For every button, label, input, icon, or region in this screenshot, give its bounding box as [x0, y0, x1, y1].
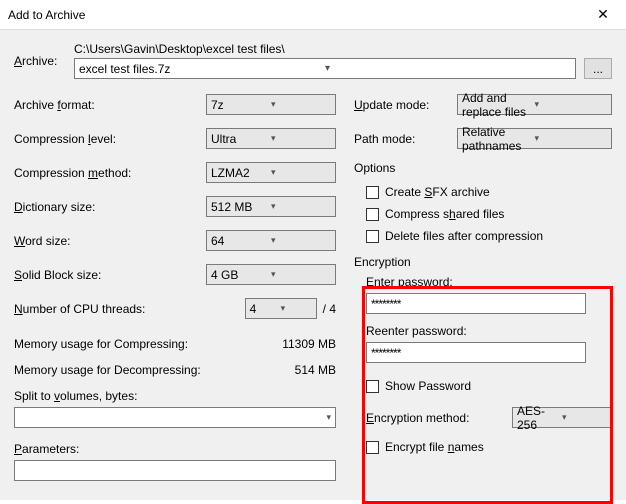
encryption-label: Encryption — [354, 255, 612, 269]
sfx-label: Create SFX archive — [385, 185, 490, 199]
dictionary-size-select[interactable]: 512 MB▾ — [206, 196, 336, 217]
solid-block-field: Solid Block size: 4 GB▾ — [14, 263, 336, 286]
chevron-down-icon: ▾ — [271, 99, 331, 110]
reenter-password-label: Reenter password: — [366, 324, 612, 338]
encryption-method-field: Encryption method: AES-256▾ — [366, 407, 612, 428]
dialog-content: Archive: C:\Users\Gavin\Desktop\excel te… — [0, 30, 626, 500]
archive-filename-text: excel test files.7z — [79, 62, 325, 76]
word-size-select[interactable]: 64▾ — [206, 230, 336, 251]
solid-block-select[interactable]: 4 GB▾ — [206, 264, 336, 285]
options-label: Options — [354, 161, 612, 175]
cpu-threads-select[interactable]: 4▾ — [245, 298, 317, 319]
parameters-input[interactable] — [14, 460, 336, 481]
chevron-down-icon: ▾ — [535, 133, 608, 144]
archive-format-label: Archive format: — [14, 98, 206, 112]
window-title: Add to Archive — [8, 8, 580, 22]
enter-password-input[interactable]: ******** — [366, 293, 586, 314]
checkbox-icon — [366, 380, 379, 393]
show-password-checkbox[interactable]: Show Password — [366, 375, 612, 397]
shared-checkbox[interactable]: Compress shared files — [366, 203, 612, 225]
encrypt-names-label: Encrypt file names — [385, 440, 484, 454]
titlebar: Add to Archive ✕ — [0, 0, 626, 30]
archive-filename-input[interactable]: excel test files.7z ▾ — [74, 58, 576, 79]
chevron-down-icon: ▾ — [326, 412, 331, 423]
delete-label: Delete files after compression — [385, 229, 543, 243]
word-size-label: Word size: — [14, 234, 206, 248]
reenter-password-input[interactable]: ******** — [366, 342, 586, 363]
chevron-down-icon: ▾ — [271, 167, 331, 178]
archive-format-field: Archive format: 7z▾ — [14, 93, 336, 116]
encryption-method-label: Encryption method: — [366, 411, 512, 425]
encryption-method-select[interactable]: AES-256▾ — [512, 407, 612, 428]
browse-button[interactable]: ... — [584, 58, 612, 79]
archive-format-select[interactable]: 7z▾ — [206, 94, 336, 115]
chevron-down-icon: ▾ — [271, 269, 331, 280]
chevron-down-icon: ▾ — [281, 303, 312, 314]
encrypt-names-checkbox[interactable]: Encrypt file names — [366, 436, 612, 458]
update-mode-select[interactable]: Add and replace files▾ — [457, 94, 612, 115]
checkbox-icon — [366, 230, 379, 243]
mem-decompress-value: 514 MB — [295, 363, 336, 383]
chevron-down-icon: ▾ — [271, 133, 331, 144]
cpu-threads-max: / 4 — [323, 302, 336, 316]
chevron-down-icon: ▾ — [562, 412, 607, 423]
archive-row: Archive: C:\Users\Gavin\Desktop\excel te… — [14, 42, 612, 79]
checkbox-icon — [366, 186, 379, 199]
mem-compress-label: Memory usage for Compressing: — [14, 337, 282, 357]
update-mode-label: Update mode: — [354, 98, 457, 112]
mem-compress-value: 11309 MB — [282, 337, 336, 357]
update-mode-field: Update mode: Add and replace files▾ — [354, 93, 612, 116]
chevron-down-icon: ▾ — [535, 99, 608, 110]
compression-method-select[interactable]: LZMA2▾ — [206, 162, 336, 183]
enter-password-label: Enter password: — [366, 275, 612, 289]
cpu-threads-label: Number of CPU threads: — [14, 302, 245, 316]
archive-label: Archive: — [14, 54, 74, 68]
archive-path: C:\Users\Gavin\Desktop\excel test files\ — [74, 42, 612, 56]
right-column: Update mode: Add and replace files▾ Path… — [354, 93, 612, 481]
parameters-label: Parameters: — [14, 442, 336, 456]
show-password-label: Show Password — [385, 379, 471, 393]
path-mode-select[interactable]: Relative pathnames▾ — [457, 128, 612, 149]
close-button[interactable]: ✕ — [580, 0, 626, 30]
dictionary-size-field: Dictionary size: 512 MB▾ — [14, 195, 336, 218]
mem-compress-row: Memory usage for Compressing: 11309 MB — [14, 337, 336, 357]
path-mode-label: Path mode: — [354, 132, 457, 146]
delete-checkbox[interactable]: Delete files after compression — [366, 225, 612, 247]
split-volumes-label: Split to volumes, bytes: — [14, 389, 336, 403]
path-mode-field: Path mode: Relative pathnames▾ — [354, 127, 612, 150]
compression-method-field: Compression method: LZMA2▾ — [14, 161, 336, 184]
chevron-down-icon: ▾ — [271, 235, 331, 246]
dictionary-size-label: Dictionary size: — [14, 200, 206, 214]
checkbox-icon — [366, 441, 379, 454]
chevron-down-icon: ▾ — [325, 63, 571, 74]
left-column: Archive format: 7z▾ Compression level: U… — [14, 93, 336, 481]
compression-level-label: Compression level: — [14, 132, 206, 146]
compression-method-label: Compression method: — [14, 166, 206, 180]
sfx-checkbox[interactable]: Create SFX archive — [366, 181, 612, 203]
mem-decompress-row: Memory usage for Decompressing: 514 MB — [14, 363, 336, 383]
cpu-threads-field: Number of CPU threads: 4▾ / 4 — [14, 297, 336, 320]
shared-label: Compress shared files — [385, 207, 504, 221]
solid-block-label: Solid Block size: — [14, 268, 206, 282]
compression-level-field: Compression level: Ultra▾ — [14, 127, 336, 150]
chevron-down-icon: ▾ — [271, 201, 331, 212]
mem-decompress-label: Memory usage for Decompressing: — [14, 363, 295, 383]
split-volumes-select[interactable]: ▾ — [14, 407, 336, 428]
checkbox-icon — [366, 208, 379, 221]
word-size-field: Word size: 64▾ — [14, 229, 336, 252]
compression-level-select[interactable]: Ultra▾ — [206, 128, 336, 149]
